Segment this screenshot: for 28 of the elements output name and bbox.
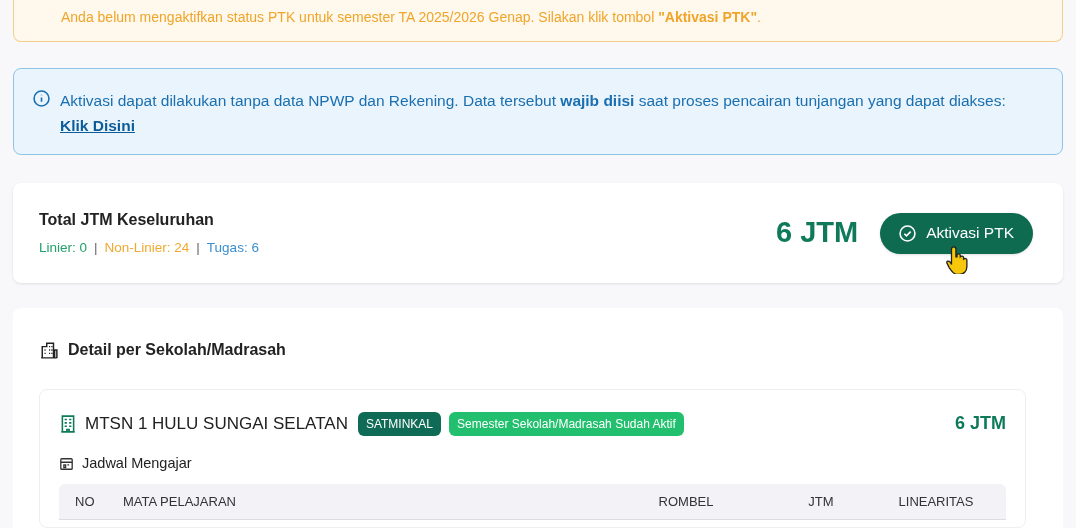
column-header: NO xyxy=(74,492,96,511)
status-badge: SATMINKAL xyxy=(357,411,442,436)
building-icon xyxy=(59,413,77,434)
stat-label: Tugas: 6 xyxy=(206,238,259,257)
calendar-icon xyxy=(59,456,74,471)
info-link[interactable]: Klik Disini xyxy=(60,117,135,134)
schedule-title: Jadwal Mengajar xyxy=(82,454,192,473)
hand-cursor-icon xyxy=(946,243,969,274)
info-text: Aktivasi dapat dilakukan tanpa data NPWP dan Rekening. Data tersebut wajib diisi saat proses pencairan tunjangan yang dapat diakses: Klik Disini xyxy=(60,91,1007,136)
separator-text: | xyxy=(94,238,98,257)
status-badge: Semester Sekolah/Madrasah Sudah Aktif xyxy=(449,411,684,436)
warning-text: Anda belum mengaktifkan status PTK untuk semester TA 2025/2026 Genap. Silakan klik tombol "Aktivasi PTK". xyxy=(61,8,761,27)
column-header: ROMBEL xyxy=(657,492,715,511)
separator-text: | xyxy=(196,238,200,257)
building-icon xyxy=(39,341,59,359)
column-header: JTM xyxy=(807,492,835,511)
stat-label: Non-Linier: 24 xyxy=(104,238,190,257)
activate-button[interactable]: Aktivasi PTK xyxy=(880,212,1033,254)
detail-title: Detail per Sekolah/Madrasah xyxy=(68,340,286,360)
total-jtm: 6 JTM xyxy=(775,215,859,251)
school-name: MTSN 1 HULU SUNGAI SELATAN xyxy=(85,412,348,435)
school-total-jtm: 6 JTM xyxy=(955,412,1006,435)
column-header: LINEARITAS xyxy=(897,492,975,511)
summary-title: Total JTM Keseluruhan xyxy=(39,209,215,230)
column-header: MATA PELAJARAN xyxy=(123,492,237,511)
check-circle-icon xyxy=(899,224,917,242)
stat-label: Linier: 0 xyxy=(39,238,88,257)
info-icon xyxy=(33,90,50,107)
